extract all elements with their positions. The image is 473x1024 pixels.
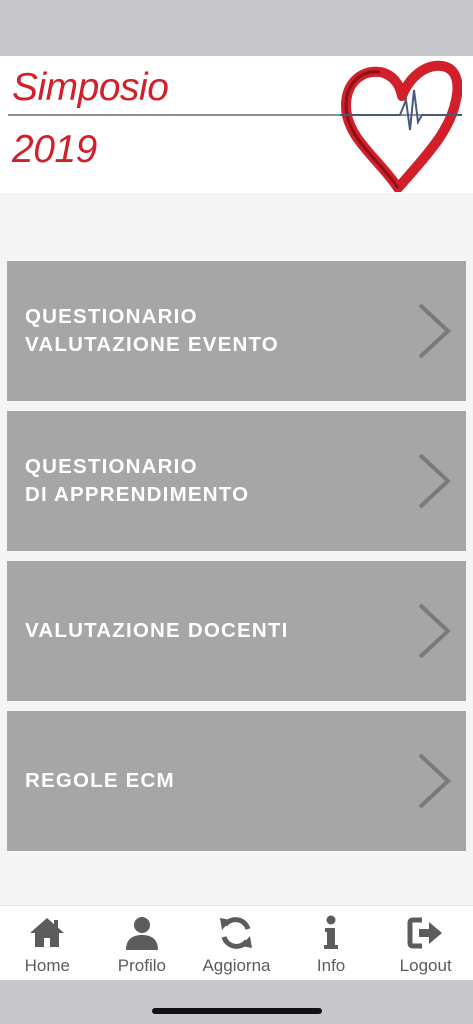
tab-profilo[interactable]: Profilo — [95, 906, 190, 981]
tab-aggiorna[interactable]: Aggiorna — [189, 906, 284, 981]
chevron-right-icon — [418, 753, 451, 809]
tab-logout[interactable]: Logout — [378, 906, 473, 981]
tab-label: Logout — [399, 956, 452, 975]
user-icon — [125, 917, 158, 950]
heart-ecg-icon — [340, 60, 462, 192]
brand-title: Simposio — [12, 66, 169, 109]
home-indicator[interactable] — [152, 1008, 322, 1014]
brand-year: 2019 — [12, 128, 97, 171]
menu-item-label: QUESTIONARIO VALUTAZIONE EVENTO — [25, 305, 279, 356]
tab-bar: Home Profilo Aggiorna Info Logout — [0, 905, 473, 981]
menu-item-label: VALUTAZIONE DOCENTI — [25, 619, 289, 642]
refresh-icon — [220, 917, 253, 949]
status-bar — [0, 0, 473, 56]
menu-item-valutazione-docenti[interactable]: VALUTAZIONE DOCENTI — [7, 561, 466, 701]
menu-item-questionario-valutazione-evento[interactable]: QUESTIONARIO VALUTAZIONE EVENTO — [7, 261, 466, 401]
logout-icon — [407, 917, 442, 949]
tab-label: Aggiorna — [202, 956, 271, 975]
tab-info[interactable]: Info — [284, 906, 379, 981]
app-header: Simposio 2019 — [0, 56, 473, 193]
menu-item-label: REGOLE ECM — [25, 769, 175, 792]
chevron-right-icon — [418, 303, 451, 359]
tab-label: Info — [316, 956, 346, 975]
tab-label: Home — [24, 956, 70, 975]
tab-home[interactable]: Home — [0, 906, 95, 981]
info-icon — [324, 915, 339, 949]
chevron-right-icon — [418, 603, 451, 659]
home-icon — [30, 918, 65, 947]
tab-label: Profilo — [117, 956, 166, 975]
menu-item-regole-ecm[interactable]: REGOLE ECM — [7, 711, 466, 851]
menu-list: QUESTIONARIO VALUTAZIONE EVENTO QUESTION… — [7, 261, 466, 861]
menu-item-questionario-apprendimento[interactable]: QUESTIONARIO DI APPRENDIMENTO — [7, 411, 466, 551]
menu-item-label: QUESTIONARIO DI APPRENDIMENTO — [25, 455, 250, 506]
chevron-right-icon — [418, 453, 451, 509]
bottom-safe-area — [0, 980, 473, 1024]
